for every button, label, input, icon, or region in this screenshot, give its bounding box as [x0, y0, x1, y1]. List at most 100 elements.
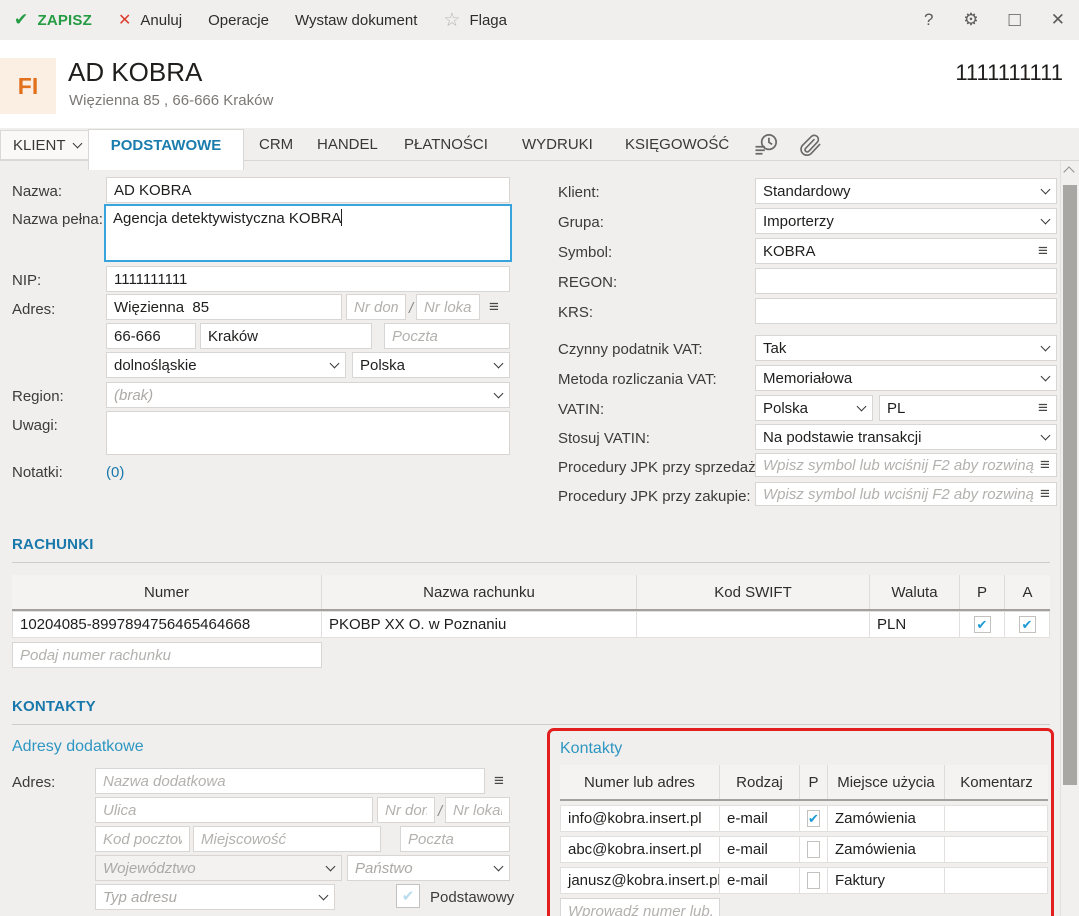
a-checkbox[interactable]: [1019, 616, 1036, 633]
col-miejsce-uzycia[interactable]: Miejsce użycia: [828, 765, 945, 799]
cell-komentarz[interactable]: [945, 805, 1048, 832]
regon-input[interactable]: [755, 268, 1057, 294]
col-komentarz[interactable]: Komentarz: [945, 765, 1048, 799]
klient-select[interactable]: Standardowy: [755, 178, 1057, 204]
cell-adres[interactable]: janusz@kobra.insert.pl: [560, 867, 720, 894]
close-button[interactable]: ✕: [1051, 10, 1065, 30]
col-numer[interactable]: Numer: [12, 575, 322, 609]
tab-crm[interactable]: CRM: [259, 128, 293, 160]
operations-menu-button[interactable]: Operacje: [208, 12, 269, 29]
nr-lokalu-input[interactable]: [445, 797, 510, 823]
paperclip-icon[interactable]: [798, 131, 824, 159]
cell-nazwa-rachunku[interactable]: PKOBP XX O. w Poznaniu: [322, 611, 637, 638]
uwagi-textarea[interactable]: [106, 411, 510, 455]
podstawowy-checkbox[interactable]: [396, 884, 420, 908]
adres-nr-lokalu-input[interactable]: [416, 294, 480, 320]
col-nazwa-rachunku[interactable]: Nazwa rachunku: [322, 575, 637, 609]
nazwa-pelna-textarea[interactable]: Agencja detektywistyczna KOBRA: [104, 204, 512, 262]
jpk-purchase-input[interactable]: [755, 482, 1057, 506]
cell-kod-swift[interactable]: [637, 611, 870, 638]
nr-domu-input[interactable]: [377, 797, 435, 823]
adres-nr-domu-input[interactable]: [346, 294, 406, 320]
panstwo-dodatkowe-select[interactable]: Państwo: [347, 855, 510, 881]
col-kod-swift[interactable]: Kod SWIFT: [637, 575, 870, 609]
vatin-input[interactable]: [879, 395, 1057, 421]
col-p[interactable]: P: [800, 765, 828, 799]
adres-kod-input[interactable]: [106, 323, 196, 349]
col-waluta[interactable]: Waluta: [870, 575, 960, 609]
menu-icon[interactable]: ≡: [1038, 399, 1048, 416]
cell-numer[interactable]: 10204085-8997894756465464668: [12, 611, 322, 638]
context-dropdown-klient[interactable]: KLIENT: [0, 130, 94, 160]
adres-miasto-input[interactable]: [200, 323, 372, 349]
miejscowosc-input[interactable]: [193, 826, 381, 852]
issue-document-button[interactable]: Wystaw dokument: [295, 12, 417, 29]
help-button[interactable]: ?: [924, 10, 933, 30]
cell-adres[interactable]: abc@kobra.insert.pl: [560, 836, 720, 863]
wojewodztwo-select[interactable]: dolnośląskie: [106, 352, 346, 378]
cell-miejsce[interactable]: Faktury: [828, 867, 945, 894]
maximize-button[interactable]: □: [1009, 9, 1021, 32]
cell-miejsce[interactable]: Zamówienia: [828, 836, 945, 863]
cell-rodzaj[interactable]: e-mail: [720, 836, 800, 863]
poczta-input[interactable]: [400, 826, 510, 852]
region-select[interactable]: (brak): [106, 382, 510, 408]
notatki-count-link[interactable]: (0): [106, 464, 124, 481]
menu-icon[interactable]: ≡: [1040, 485, 1050, 502]
col-rodzaj[interactable]: Rodzaj: [720, 765, 800, 799]
cell-komentarz[interactable]: [945, 867, 1048, 894]
menu-icon[interactable]: ≡: [1040, 456, 1050, 473]
p-checkbox[interactable]: [807, 810, 820, 827]
cell-adres[interactable]: info@kobra.insert.pl: [560, 805, 720, 832]
p-checkbox[interactable]: [974, 616, 991, 633]
cell-miejsce[interactable]: Zamówienia: [828, 805, 945, 832]
panstwo-select[interactable]: Polska: [352, 352, 510, 378]
vat-method-select[interactable]: Memoriałowa: [755, 365, 1057, 391]
gear-icon[interactable]: ⚙: [963, 10, 978, 30]
adres-street-input[interactable]: [106, 294, 342, 320]
col-p[interactable]: P: [960, 575, 1005, 609]
nazwa-input[interactable]: [106, 177, 510, 203]
kontakty-row[interactable]: janusz@kobra.insert.pl e-mail Faktury: [560, 867, 1048, 894]
kontakty-row[interactable]: abc@kobra.insert.pl e-mail Zamówienia: [560, 836, 1048, 863]
p-checkbox[interactable]: [807, 872, 820, 889]
cancel-button[interactable]: ✕ Anuluj: [118, 10, 182, 30]
nip-input[interactable]: [106, 266, 510, 292]
col-numer-lub-adres[interactable]: Numer lub adres: [560, 765, 720, 799]
cell-komentarz[interactable]: [945, 836, 1048, 863]
cell-rodzaj[interactable]: e-mail: [720, 867, 800, 894]
symbol-input[interactable]: [755, 238, 1057, 264]
rachunki-table-row[interactable]: 10204085-8997894756465464668 PKOBP XX O.…: [12, 611, 1050, 638]
history-icon[interactable]: [752, 131, 780, 159]
krs-input[interactable]: [755, 298, 1057, 324]
adres-poczta-input[interactable]: [384, 323, 510, 349]
p-checkbox[interactable]: [807, 841, 820, 858]
vat-active-select[interactable]: Tak: [755, 335, 1057, 361]
typ-adresu-select[interactable]: Typ adresu: [95, 884, 335, 910]
grupa-select[interactable]: Importerzy: [755, 208, 1057, 234]
tab-podstawowe[interactable]: PODSTAWOWE: [88, 129, 244, 170]
cell-waluta[interactable]: PLN: [870, 611, 960, 638]
scrollbar-thumb[interactable]: [1063, 185, 1077, 785]
rachunki-new-row-input[interactable]: [12, 642, 322, 668]
flag-button[interactable]: ☆ Flaga: [443, 9, 507, 32]
tab-platnosci[interactable]: PŁATNOŚCI: [404, 128, 488, 160]
kod-pocztowy-input[interactable]: [95, 826, 190, 852]
nazwa-dodatkowa-input[interactable]: [95, 768, 485, 794]
save-button[interactable]: ✔ ZAPISZ: [14, 10, 92, 30]
wojewodztwo-dodatkowe-select[interactable]: Województwo: [95, 855, 342, 881]
tab-ksiegowosc[interactable]: KSIĘGOWOŚĆ: [625, 128, 729, 160]
menu-icon[interactable]: ≡: [1038, 242, 1048, 259]
menu-icon[interactable]: ≡: [494, 772, 504, 789]
kontakty-row[interactable]: info@kobra.insert.pl e-mail Zamówienia: [560, 805, 1048, 832]
stosuj-vatin-select[interactable]: Na podstawie transakcji: [755, 424, 1057, 450]
jpk-sale-input[interactable]: [755, 453, 1057, 477]
tab-wydruki[interactable]: WYDRUKI: [522, 128, 593, 160]
kontakty-new-row-input[interactable]: [560, 898, 720, 916]
vatin-country-select[interactable]: Polska: [755, 395, 873, 421]
col-a[interactable]: A: [1005, 575, 1050, 609]
menu-icon[interactable]: ≡: [489, 298, 499, 315]
tab-handel[interactable]: HANDEL: [317, 128, 378, 160]
cell-rodzaj[interactable]: e-mail: [720, 805, 800, 832]
ulica-input[interactable]: [95, 797, 373, 823]
